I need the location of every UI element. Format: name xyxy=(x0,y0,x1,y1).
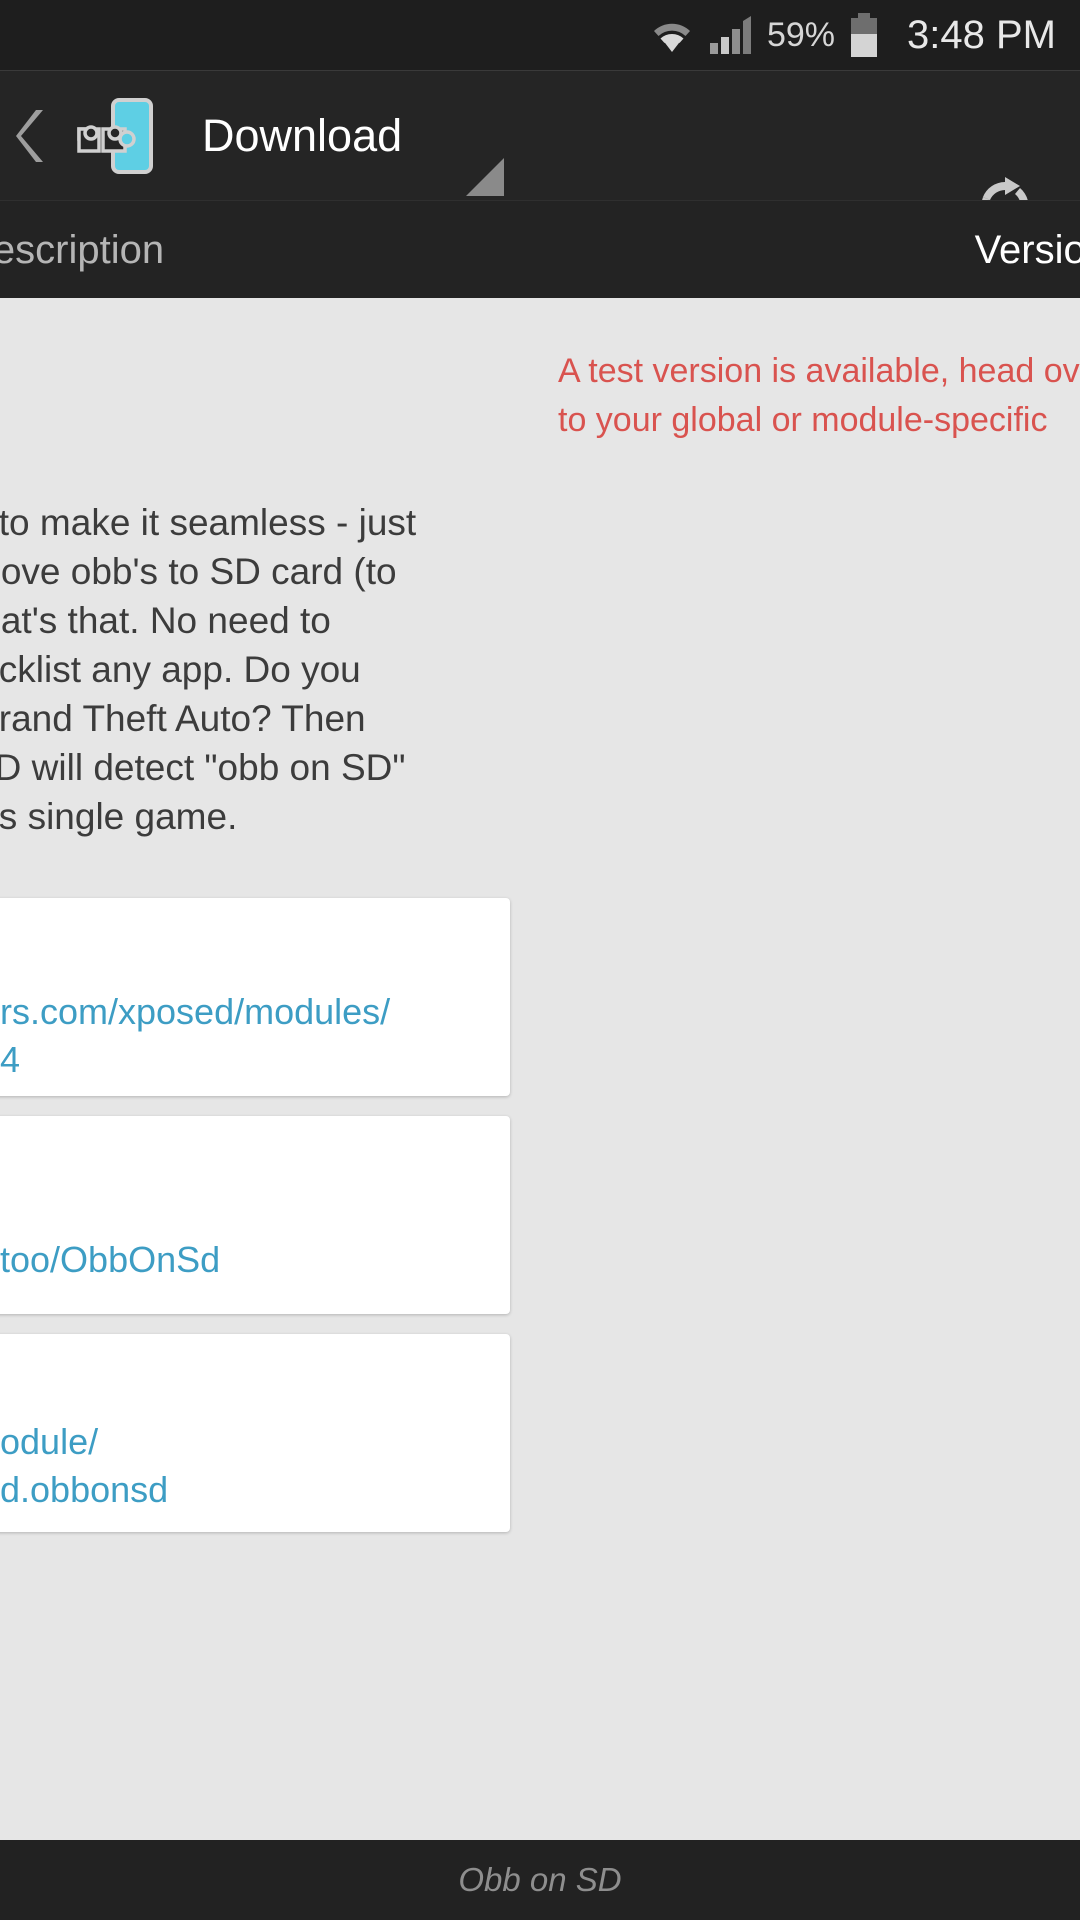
description-body-text: s to make it seamless - just move obb's … xyxy=(0,502,417,837)
battery-percent-label: 59% xyxy=(766,16,836,54)
progress-triangle-icon xyxy=(466,158,504,196)
tab-versions[interactable]: Versions xyxy=(975,201,1080,299)
tab-bar: Description Versions xyxy=(0,200,1080,299)
link-text[interactable]: odule/ d.obbonsd xyxy=(0,1418,168,1514)
wifi-icon xyxy=(649,15,695,55)
link-text[interactable]: too/ObbOnSd xyxy=(0,1236,220,1284)
link-card[interactable]: rs.com/xposed/modules/ 4 xyxy=(0,898,510,1096)
link-card[interactable]: too/ObbOnSd xyxy=(0,1116,510,1314)
status-bar: 59% 3:48 PM xyxy=(0,0,1080,70)
page-title: Download xyxy=(202,110,403,161)
status-bar-clock: 3:48 PM xyxy=(907,13,1056,57)
back-chevron-icon[interactable] xyxy=(2,71,62,201)
link-card[interactable]: odule/ d.obbonsd xyxy=(0,1334,510,1532)
status-bar-icons: 59% 3:48 PM xyxy=(649,13,1056,57)
content-area: A test version is available, head over t… xyxy=(0,298,1080,1840)
bottom-module-bar: Obb on SD xyxy=(0,1840,1080,1920)
action-bar: Download xyxy=(0,70,1080,235)
xposed-puzzle-icon xyxy=(64,88,160,184)
test-version-warning: A test version is available, head over t… xyxy=(558,352,1080,439)
tab-description[interactable]: Description xyxy=(0,201,164,299)
cellular-signal-icon xyxy=(709,15,753,55)
module-name-label: Obb on SD xyxy=(458,1861,622,1898)
battery-icon xyxy=(851,13,878,57)
link-text[interactable]: rs.com/xposed/modules/ 4 xyxy=(0,988,390,1084)
